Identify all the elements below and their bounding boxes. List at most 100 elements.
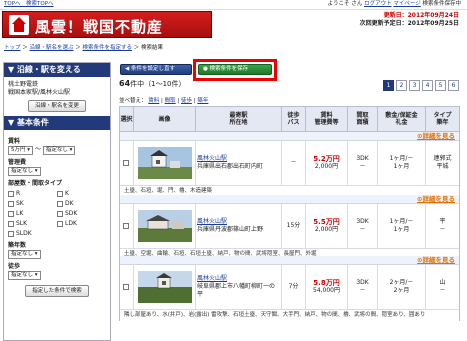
breadcrumb-select-line[interactable]: 沿線・駅名を選ぶ	[30, 45, 74, 51]
layout-3: 3DK	[356, 279, 369, 286]
top-nav-links[interactable]: TOPへ 検索TOPへ	[4, 0, 54, 9]
detail-link-1[interactable]: ⊙詳細を見る	[417, 132, 455, 141]
station-link-2[interactable]: 風林火山駅	[197, 218, 227, 226]
table-row: 風林火山駅 兵庫県出石郡出石町内町 － 5.2万円 2,000円 3DK － 1…	[120, 141, 459, 186]
deposit-3: 2ヶ月/－	[389, 279, 414, 286]
layout-checkbox-ldk[interactable]: LDK	[57, 220, 106, 228]
result-count: 64件中（1〜10件）	[119, 79, 186, 88]
top-utility-bar: TOPへ 検索TOPへ ようこそ さん ログアウト マイページ 検索条件保存中	[0, 0, 467, 10]
rent-2: 5.5万円	[313, 218, 340, 226]
property-photo-2[interactable]	[137, 210, 192, 242]
layout-checkbox-slk[interactable]: SLK	[8, 220, 57, 228]
listing-3: ⊙詳細を見る 風林火山駅 岐阜県郡上市八幡町柳町一の平 7分 5.8万円 54,…	[119, 256, 460, 321]
select-checkbox-3[interactable]	[122, 284, 129, 290]
deposit-1: 1ヶ月/－	[389, 155, 414, 162]
col-select: 選択	[120, 107, 134, 131]
walk-select[interactable]: 指定なし ▾	[8, 271, 41, 280]
fee-3: 54,000円	[313, 287, 340, 294]
house-icon	[9, 15, 29, 35]
sort-age[interactable]: 築年	[197, 98, 208, 104]
rent-max-select[interactable]: 指定なし ▾	[42, 146, 76, 155]
address-2: 兵庫県丹波郡篠山町上野	[197, 226, 264, 233]
property-photo-3[interactable]	[137, 271, 192, 303]
rent-label: 賃料	[8, 138, 21, 145]
built-3: －	[439, 287, 446, 294]
layout-options: R K SK DK LK SDK SLK LDK SLDK	[8, 190, 106, 238]
address-3: 岐阜県郡上市八幡町柳町一の平	[197, 283, 276, 298]
saved-search-status: 検索条件保存中	[422, 1, 461, 7]
layout-checkbox-sdk[interactable]: SDK	[57, 210, 106, 218]
page-5[interactable]: 5	[435, 80, 446, 91]
station-link-1[interactable]: 風林火山駅	[197, 155, 227, 163]
results-toolbar: ◀ 条件を設定し直す ● 検索条件を保存	[117, 59, 467, 81]
table-row: 風林火山駅 兵庫県丹波郡篠山町上野 15分 5.5万円 2,000円 3DK －…	[120, 204, 459, 249]
layout-checkbox-sk[interactable]: SK	[8, 200, 57, 208]
breadcrumb-set-conditions[interactable]: 検索条件を指定する	[83, 45, 133, 51]
mgmt-select[interactable]: 指定なし ▾	[8, 167, 41, 176]
update-dates: 更新日：2012年09月24日 次回更新予定日：2012年09月25日	[360, 12, 459, 28]
area-3: －	[359, 287, 366, 294]
address-1: 兵庫県出石郡出石町内町	[197, 163, 264, 170]
sidebar: ▼ 沿線・駅を変える 桃土野電鉄 戦国本家駅/風林火山駅 沿線・駅名を変更 ▼ …	[3, 62, 111, 341]
key-money-3: 2ヶ月	[393, 287, 410, 294]
station-link-3[interactable]: 風林火山駅	[197, 275, 227, 283]
mypage-link[interactable]: マイページ	[393, 1, 420, 7]
welcome-suffix: さん	[351, 1, 363, 7]
layout-checkbox-r[interactable]: R	[8, 190, 57, 198]
basic-section-title: ▼ 基本条件	[4, 116, 110, 130]
col-rent: 賃料 管理費等	[306, 107, 348, 131]
page-3[interactable]: 3	[409, 80, 420, 91]
layout-checkbox-sldk[interactable]: SLDK	[8, 230, 57, 238]
type-3: 山	[439, 279, 446, 286]
logout-link[interactable]: ログアウト	[364, 1, 392, 7]
site-logo[interactable]: 風雲！戦国不動産	[2, 11, 212, 38]
sort-walk[interactable]: 徒歩	[181, 98, 192, 104]
breadcrumb-current: 検索結果	[141, 45, 164, 51]
page-6[interactable]: 6	[448, 80, 459, 91]
deposit-2: 1ヶ月/－	[389, 218, 414, 225]
key-money-2: 1ヶ月	[393, 226, 410, 233]
save-search-button[interactable]: ● 検索条件を保存	[198, 64, 272, 75]
walk-3: 7分	[282, 265, 306, 309]
search-with-conditions-button[interactable]: 指定した条件で検索	[25, 285, 89, 297]
col-deposit: 敷金/保証金 礼金	[378, 107, 426, 131]
updated-date: 更新日：2012年09月24日	[383, 12, 459, 19]
listing-1: ⊙詳細を見る 風林火山駅 兵庫県出石郡出石町内町 － 5.2万円 2,000円 …	[119, 132, 460, 198]
sort-layout[interactable]: 間取	[165, 98, 176, 104]
table-row: 風林火山駅 岐阜県郡上市八幡町柳町一の平 7分 5.8万円 54,000円 3D…	[120, 265, 459, 310]
col-walk: 徒歩 バス	[282, 107, 306, 131]
built-1: 平城	[436, 163, 449, 170]
layout-checkbox-lk[interactable]: LK	[8, 210, 57, 218]
property-photo-1[interactable]	[137, 147, 192, 179]
layout-label: 部屋数・間取タイプ	[8, 180, 63, 187]
layout-1: 3DK	[356, 155, 369, 162]
site-header: 風雲！戦国不動産 更新日：2012年09月24日 次回更新予定日：2012年09…	[0, 10, 467, 40]
reset-conditions-button[interactable]: ◀ 条件を設定し直す	[120, 64, 192, 75]
fee-1: 2,000円	[314, 163, 339, 170]
key-money-1: 1ヶ月	[393, 163, 410, 170]
layout-checkbox-k[interactable]: K	[57, 190, 106, 198]
breadcrumb-top[interactable]: トップ	[4, 45, 21, 51]
walk-1: －	[282, 141, 306, 185]
select-checkbox-2[interactable]	[122, 223, 129, 229]
page-4[interactable]: 4	[422, 80, 433, 91]
area-2: －	[359, 226, 366, 233]
type-1: 連郭式	[433, 155, 452, 162]
detail-link-2[interactable]: ⊙詳細を見る	[417, 195, 455, 204]
page-1[interactable]: 1	[383, 80, 394, 91]
rent-min-select[interactable]: 5万円 ▾	[8, 146, 34, 155]
logo-text: 風雲！戦国不動産	[35, 18, 164, 36]
walk-2: 15分	[282, 204, 306, 248]
features-3: 隣し部屋あり、水(井戸)、岩(露出) 雷攻撃、石垣土塁、天守閣、大手門、納戸、物…	[120, 310, 459, 321]
rent-3: 5.8万円	[313, 279, 340, 287]
page-2[interactable]: 2	[396, 80, 407, 91]
layout-checkbox-dk[interactable]: DK	[57, 200, 106, 208]
pagination: 1 2 3 4 5 6	[383, 80, 459, 91]
change-line-button[interactable]: 沿線・駅名を変更	[27, 100, 86, 112]
area-1: －	[359, 163, 366, 170]
detail-link-3[interactable]: ⊙詳細を見る	[417, 256, 455, 265]
age-select[interactable]: 指定なし ▾	[8, 250, 41, 259]
select-checkbox-1[interactable]	[122, 160, 129, 166]
welcome-prefix: ようこそ	[327, 1, 350, 7]
sort-rent[interactable]: 賃料	[148, 98, 159, 104]
